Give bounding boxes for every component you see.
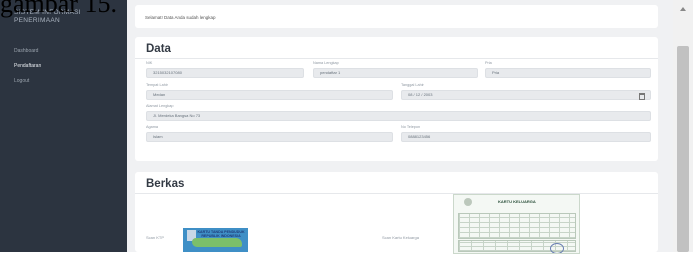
ktp-label: Scan KTP <box>146 235 165 240</box>
sidebar-item-logout[interactable]: Logout <box>0 74 127 89</box>
berkas-card: Berkas Scan KTP KARTU TANDA PENDUDUK REP… <box>135 172 658 254</box>
nama-label: Nama Lengkap <box>313 61 339 65</box>
page-scrollbar[interactable] <box>673 0 693 252</box>
kk-image: KARTU KELUARGA <box>453 194 580 254</box>
tanggal-lahir-label: Tanggal Lahir <box>401 83 424 87</box>
divider <box>135 58 658 59</box>
data-card: Data NIK 3215032107080 Nama Lengkap pend… <box>135 37 658 161</box>
nik-label: NIK <box>146 61 153 65</box>
success-alert: Selamat! Data Anda sudah lengkap <box>135 5 658 28</box>
kk-table <box>458 213 576 239</box>
data-card-title: Data <box>146 43 171 55</box>
ktp-map-graphic <box>192 238 242 247</box>
sidebar-nav: Dashboard Pendaftaran Logout <box>0 44 127 89</box>
sidebar-item-dashboard[interactable]: Dashboard <box>0 44 127 59</box>
figure-caption: gambar 15. <box>0 0 117 18</box>
calendar-icon[interactable] <box>639 93 645 100</box>
agama-field[interactable]: Islam <box>146 132 393 142</box>
alamat-label: Alamat Lengkap <box>146 104 174 108</box>
scroll-up-arrow-icon[interactable] <box>680 7 686 11</box>
agama-label: Agama <box>146 125 159 129</box>
tempat-lahir-label: Tempat Lahir <box>146 83 168 87</box>
sidebar-item-pendaftaran[interactable]: Pendaftaran <box>0 59 127 74</box>
telepon-field[interactable]: 0888123456 <box>401 132 651 142</box>
scroll-thumb[interactable] <box>677 46 689 252</box>
garuda-emblem-icon <box>464 198 472 206</box>
telepon-label: No Telepon <box>401 125 421 129</box>
tanggal-lahir-field[interactable]: 08 / 12 / 2003 <box>401 90 651 100</box>
alamat-field[interactable]: Jl. Merdeka Bangsa No 73 <box>146 111 651 121</box>
tempat-lahir-field[interactable]: Medan <box>146 90 393 100</box>
nama-field[interactable]: pendaftar 1 <box>313 68 478 78</box>
kk-stamp <box>550 243 564 253</box>
ktp-title: KARTU TANDA PENDUDUK REPUBLIK INDONESIA <box>197 230 245 238</box>
pria-field[interactable]: Pria <box>485 68 651 78</box>
ktp-image: KARTU TANDA PENDUDUK REPUBLIK INDONESIA <box>183 228 248 252</box>
sidebar: SISTEM INFORMASI PENERIMAAN Dashboard Pe… <box>0 0 127 252</box>
pria-label: Pria <box>485 61 492 65</box>
main-content: Selamat! Data Anda sudah lengkap Data NI… <box>127 0 673 254</box>
kk-label: Scan Kartu Keluarga <box>382 235 419 240</box>
berkas-card-title: Berkas <box>146 178 185 190</box>
kk-title: KARTU KELUARGA <box>498 199 536 204</box>
alert-text: Selamat! Data Anda sudah lengkap <box>145 15 216 20</box>
tanggal-lahir-value: 08 / 12 / 2003 <box>408 92 433 97</box>
nik-field[interactable]: 3215032107080 <box>146 68 304 78</box>
